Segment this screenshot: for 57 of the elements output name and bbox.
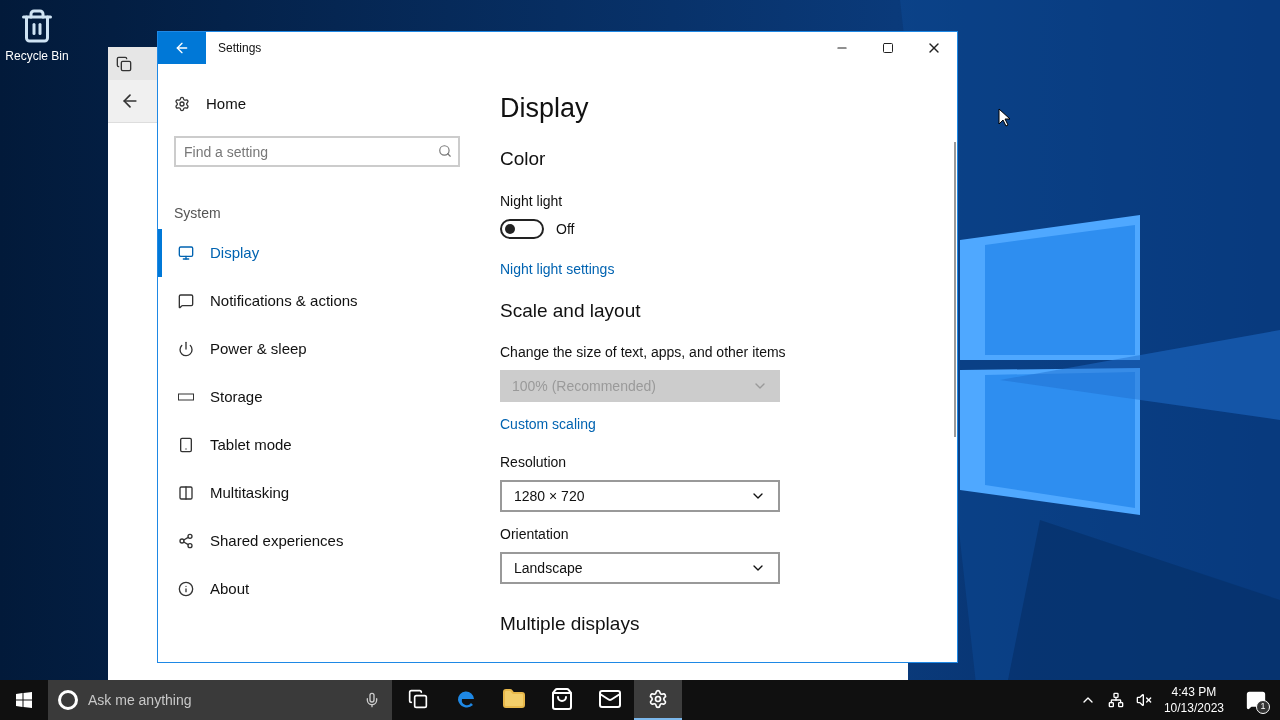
custom-scaling-link[interactable]: Custom scaling: [500, 413, 957, 434]
sidebar-item[interactable]: About: [158, 565, 476, 613]
section-label: System: [174, 204, 222, 223]
multitask-icon: [178, 485, 194, 501]
share-icon: [178, 533, 194, 549]
recycle-bin-icon[interactable]: [19, 8, 55, 44]
info-icon: [178, 581, 194, 597]
volume-muted-icon[interactable]: [1135, 692, 1152, 708]
power-icon: [178, 341, 194, 357]
taskbar-app-button[interactable]: [634, 680, 682, 720]
sidebar-item[interactable]: Storage: [158, 373, 476, 421]
sidebar-item[interactable]: Display: [158, 229, 476, 277]
home-nav-item[interactable]: Home: [158, 84, 476, 124]
dropdown[interactable]: Landscape: [500, 551, 780, 584]
mic-icon: [364, 692, 380, 708]
settings-icon: [648, 689, 668, 709]
section-heading: Scale and layout: [500, 299, 642, 323]
scrollbar[interactable]: [954, 142, 956, 437]
drive-icon: [178, 393, 194, 401]
sidebar-item[interactable]: Multitasking: [158, 469, 476, 517]
folder-icon: [502, 687, 526, 711]
windows-logo-icon: [16, 692, 32, 708]
sidebar-item[interactable]: Shared experiences: [158, 517, 476, 565]
mail-icon: [598, 687, 622, 711]
task-view-icon: [408, 689, 428, 709]
pointer-icon: [998, 108, 1010, 127]
desktop-icon-label: Recycle Bin: [5, 48, 69, 64]
back-button[interactable]: [158, 32, 206, 64]
toggle-state: Off: [556, 220, 575, 239]
network-icon[interactable]: [1107, 692, 1124, 708]
monitor-icon: [178, 245, 194, 261]
sidebar-item[interactable]: Power & sleep: [158, 325, 476, 373]
search-field[interactable]: Ask me anything: [48, 680, 392, 720]
search-icon: [438, 144, 452, 158]
clock[interactable]: 4:43 PM 10/13/2023: [1163, 684, 1224, 716]
tablet-icon: [178, 437, 194, 453]
message-icon: [178, 293, 194, 309]
search-field[interactable]: Find a setting: [174, 136, 460, 167]
setting-label: Orientation: [500, 524, 570, 544]
sidebar-item[interactable]: Tablet mode: [158, 421, 476, 469]
cortana-icon: [58, 690, 78, 710]
maximize-icon: [882, 42, 894, 54]
toggle-switch[interactable]: [500, 219, 544, 239]
setting-label: Change the size of text, apps, and other items: [500, 342, 787, 362]
dropdown[interactable]: 1280 × 720: [500, 479, 780, 512]
window-title: Settings: [218, 40, 262, 56]
night-light-link[interactable]: Night light settings: [500, 259, 957, 279]
section-heading: Multiple displays: [500, 611, 641, 636]
gear-icon: [174, 96, 190, 112]
setting-label: Resolution: [500, 452, 568, 472]
sidebar-item[interactable]: Notifications & actions: [158, 277, 476, 325]
setting-label: Night light: [500, 192, 564, 211]
section-heading: Color: [500, 146, 547, 171]
page-title: Display: [500, 92, 590, 125]
store-icon: [550, 687, 574, 711]
notification-count: 1: [1256, 700, 1270, 714]
window-icon: [116, 55, 132, 72]
